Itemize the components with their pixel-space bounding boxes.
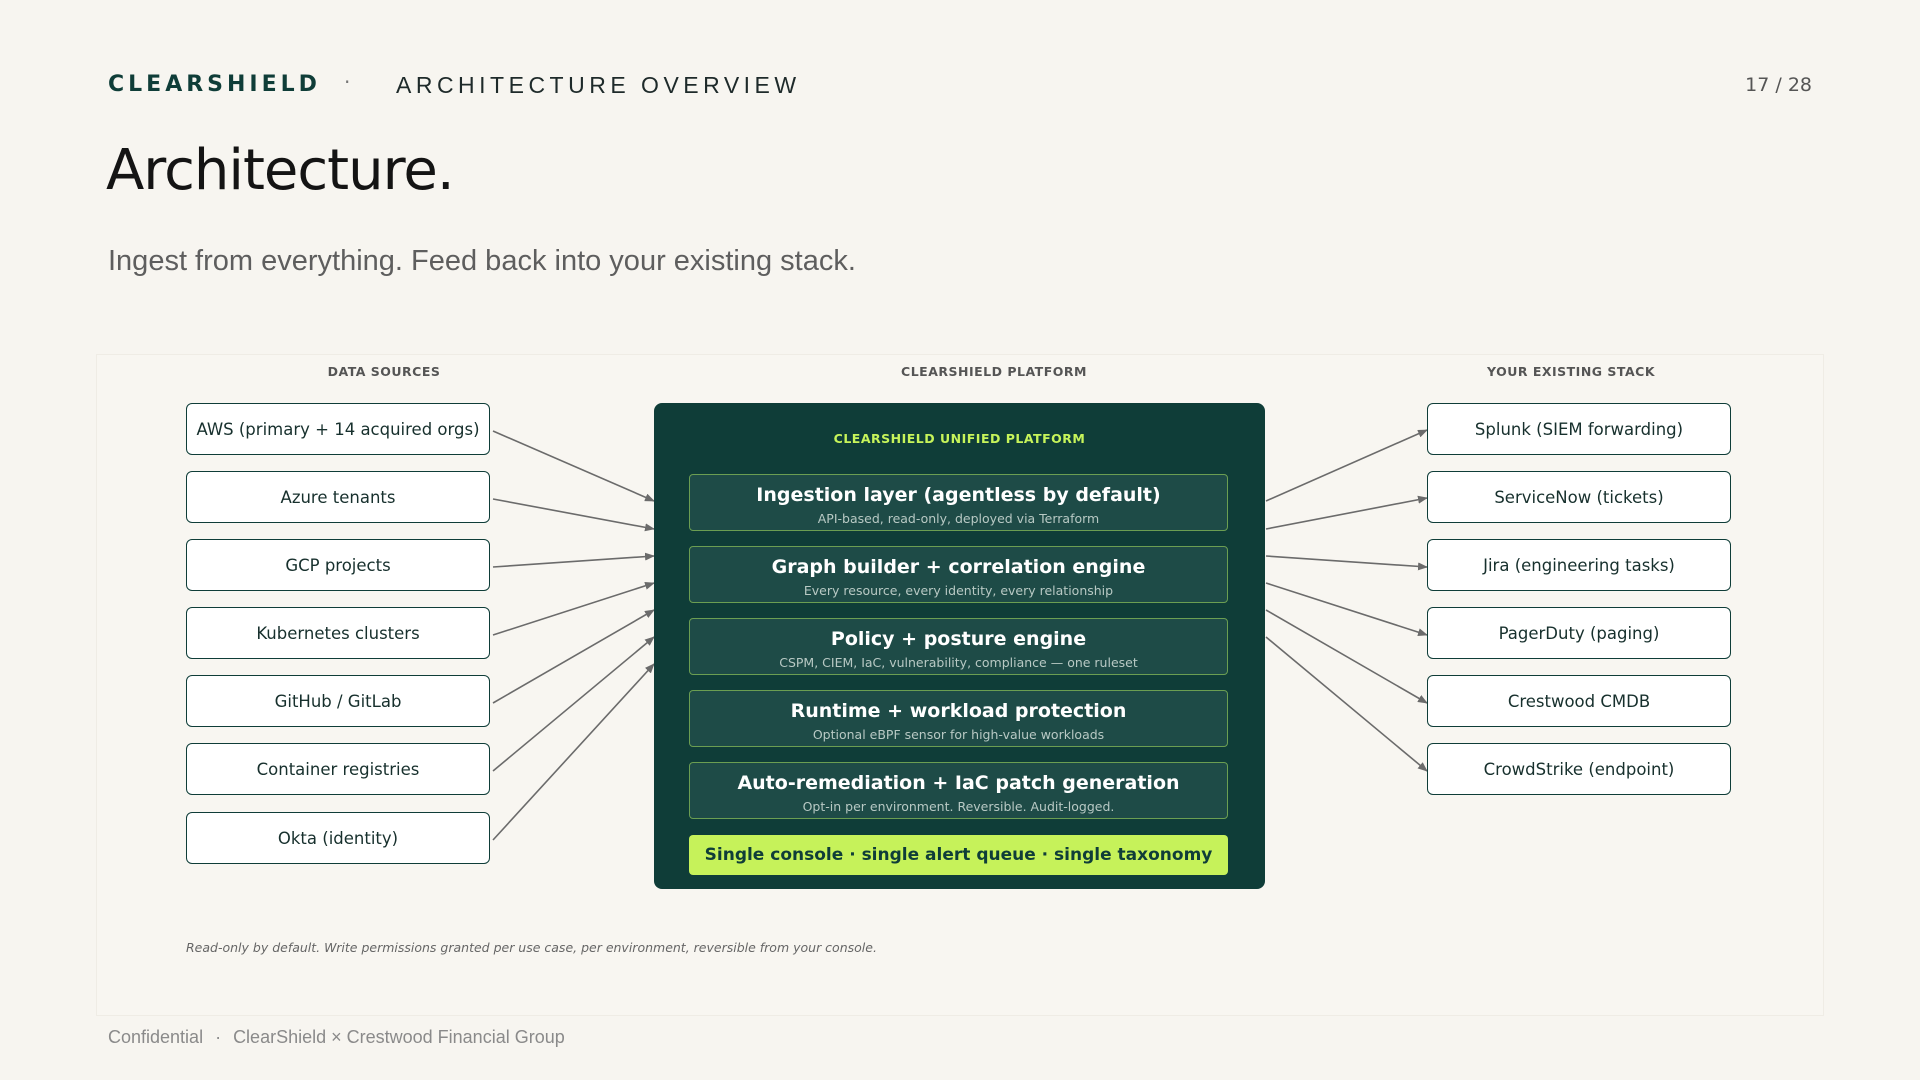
source-gcp: GCP projects — [186, 539, 490, 591]
arrow-okta-to-platform — [492, 663, 655, 841]
stack-jira: Jira (engineering tasks) — [1427, 539, 1731, 591]
arrow-platform-to-splunk — [1265, 429, 1428, 502]
arrow-kubernetes-to-platform — [492, 581, 655, 636]
source-github-gitlab: GitHub / GitLab — [186, 675, 490, 727]
layer-ingestion: Ingestion layer (agentless by default) A… — [689, 474, 1228, 531]
source-okta: Okta (identity) — [186, 812, 490, 864]
stack-pagerduty: PagerDuty (paging) — [1427, 607, 1731, 659]
source-aws: AWS (primary + 14 acquired orgs) — [186, 403, 490, 455]
arrow-azure-to-platform — [492, 498, 655, 532]
layer-graph-builder: Graph builder + correlation engine Every… — [689, 546, 1228, 603]
layer-description: CSPM, CIEM, IaC, vulnerability, complian… — [779, 655, 1138, 670]
layer-policy-posture: Policy + posture engine CSPM, CIEM, IaC,… — [689, 618, 1228, 675]
slide-footer: Confidential · ClearShield × Crestwood Fin… — [108, 1027, 565, 1048]
layer-auto-remediation: Auto-remediation + IaC patch generation … — [689, 762, 1228, 819]
layer-name: Ingestion layer (agentless by default) — [756, 484, 1161, 506]
arrow-platform-to-jira — [1265, 555, 1428, 571]
stack-servicenow: ServiceNow (tickets) — [1427, 471, 1731, 523]
layer-name: Graph builder + correlation engine — [771, 556, 1146, 578]
layer-description: Optional eBPF sensor for high-value work… — [812, 727, 1105, 742]
layer-runtime-protection: Runtime + workload protection Optional e… — [689, 690, 1228, 747]
single-console-banner: Single console · single alert queue · si… — [689, 835, 1228, 875]
stack-splunk: Splunk (SIEM forwarding) — [1427, 403, 1731, 455]
arrow-platform-to-pagerduty — [1265, 582, 1428, 637]
layer-name: Auto-remediation + IaC patch generation — [737, 772, 1180, 794]
clearshield-platform-box: CLEARSHIELD UNIFIED PLATFORM Ingestion l… — [654, 403, 1265, 889]
arrow-platform-to-servicenow — [1265, 495, 1428, 530]
source-kubernetes: Kubernetes clusters — [186, 607, 490, 659]
footer-separator: · — [215, 1027, 222, 1047]
layer-description: Every resource, every identity, every re… — [803, 583, 1114, 598]
confidential-label: Confidential — [108, 1027, 204, 1047]
client-label: ClearShield × Crestwood Financial Group — [233, 1027, 565, 1047]
diagram-footnote: Read-only by default. Write permissions … — [186, 940, 877, 955]
source-azure: Azure tenants — [186, 471, 490, 523]
stack-crestwood-cmdb: Crestwood CMDB — [1427, 675, 1731, 727]
arrow-aws-to-platform — [492, 430, 655, 502]
arrow-gcp-to-platform — [492, 552, 655, 568]
layer-description: Opt-in per environment. Reversible. Audi… — [802, 799, 1115, 814]
platform-title: CLEARSHIELD UNIFIED PLATFORM — [833, 431, 1086, 446]
layer-name: Policy + posture engine — [830, 628, 1087, 650]
source-container-registries: Container registries — [186, 743, 490, 795]
layer-name: Runtime + workload protection — [790, 700, 1127, 722]
layer-description: API-based, read-only, deployed via Terra… — [817, 511, 1100, 526]
stack-crowdstrike: CrowdStrike (endpoint) — [1427, 743, 1731, 795]
